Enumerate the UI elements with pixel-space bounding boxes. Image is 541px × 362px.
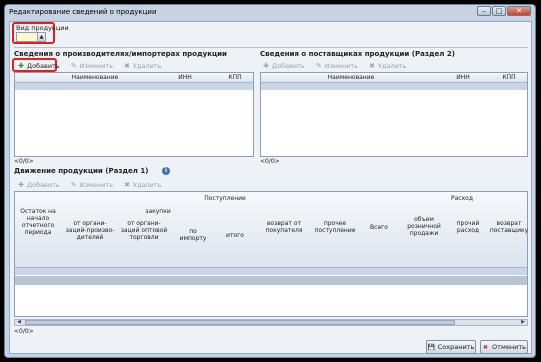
plus-icon: ✚ bbox=[263, 62, 269, 70]
window-controls: – □ ✕ bbox=[477, 6, 531, 16]
producers-grid[interactable]: Наименование ИНН КПП bbox=[14, 72, 254, 157]
cancel-button[interactable]: ✖ Отменить bbox=[480, 340, 528, 354]
scroll-thumb[interactable] bbox=[25, 320, 455, 325]
movement-edit-button[interactable]: ✎ Изменить bbox=[68, 180, 115, 191]
edit-label: Изменить bbox=[324, 62, 359, 70]
save-icon: 💾 bbox=[427, 343, 436, 351]
movement-grid-header: Поступление закупки Расход Остаток на на… bbox=[15, 192, 529, 268]
col-inn: ИНН bbox=[456, 74, 470, 81]
save-button[interactable]: 💾 Сохранить bbox=[426, 340, 476, 354]
suppliers-pager: <0/0> bbox=[260, 158, 280, 165]
plus-icon: ✚ bbox=[18, 62, 24, 70]
col-other-expense: прочий расход bbox=[456, 220, 480, 234]
edit-icon: ✎ bbox=[70, 62, 77, 70]
col-other-receipt: прочее поступление bbox=[314, 220, 356, 234]
scroll-right-icon[interactable]: ▶ bbox=[519, 320, 527, 325]
suppliers-header: Сведения о поставщиках продукции (Раздел… bbox=[260, 50, 455, 58]
suppliers-delete-button[interactable]: ✖ Удалить bbox=[366, 61, 408, 72]
delete-icon: ✖ bbox=[124, 62, 130, 70]
movement-header: Движение продукции (Раздел 1) bbox=[14, 167, 149, 175]
chevron-down-icon[interactable]: ▲ bbox=[37, 33, 45, 41]
horizontal-scrollbar[interactable]: ◀ ▶ bbox=[14, 319, 528, 326]
col-import: по импорту bbox=[179, 228, 207, 242]
delete-icon: ✖ bbox=[124, 181, 130, 189]
add-label: Добавить bbox=[27, 181, 60, 189]
dialog-body: Вид продукции ▲ Сведения о производителя… bbox=[9, 21, 532, 354]
col-opening-balance: Остаток на начало отчетного периода bbox=[20, 208, 56, 236]
minimize-icon[interactable]: – bbox=[477, 6, 491, 16]
producers-grid-header: Наименование ИНН КПП bbox=[15, 73, 253, 83]
col-supplier-return: возврат поставщику bbox=[489, 220, 529, 234]
movement-pager: <0/0> bbox=[14, 328, 34, 335]
product-type-label: Вид продукции bbox=[16, 24, 69, 32]
group-purchases: закупки bbox=[145, 208, 171, 215]
col-total: Всего bbox=[370, 224, 388, 231]
plus-icon: ✚ bbox=[18, 181, 24, 189]
col-name: Наименование bbox=[327, 74, 375, 81]
movement-add-button[interactable]: ✚ Добавить bbox=[15, 180, 62, 191]
add-label: Добавить bbox=[27, 62, 60, 70]
producers-header: Сведения о производителях/импортерах про… bbox=[14, 50, 227, 58]
suppliers-add-button[interactable]: ✚ Добавить bbox=[260, 61, 307, 72]
col-from-producers: от органи-заций-произво-дителей bbox=[65, 220, 115, 241]
maximize-icon[interactable]: □ bbox=[492, 6, 506, 16]
suppliers-grid-header: Наименование ИНН КПП bbox=[261, 73, 527, 83]
producers-delete-button[interactable]: ✖ Удалить bbox=[121, 61, 163, 72]
suppliers-toolbar: ✚ Добавить ✎ Изменить ✖ Удалить bbox=[260, 60, 408, 72]
col-kpp: КПП bbox=[502, 74, 516, 81]
movement-summary-row bbox=[15, 276, 527, 285]
close-icon[interactable]: ✕ bbox=[507, 6, 531, 16]
col-total-purchases: итого bbox=[226, 232, 244, 239]
group-receipt: Поступление bbox=[204, 195, 246, 202]
movement-grid[interactable]: Поступление закупки Расход Остаток на на… bbox=[14, 191, 528, 317]
edit-label: Изменить bbox=[79, 62, 114, 70]
divider bbox=[14, 47, 528, 48]
edit-label: Изменить bbox=[79, 181, 114, 189]
suppliers-edit-button[interactable]: ✎ Изменить bbox=[313, 61, 360, 72]
group-expense: Расход bbox=[451, 195, 473, 202]
delete-icon: ✖ bbox=[369, 62, 375, 70]
scroll-left-icon[interactable]: ◀ bbox=[15, 320, 23, 325]
edit-icon: ✎ bbox=[315, 62, 322, 70]
col-name: Наименование bbox=[71, 74, 119, 81]
screenshot-frame: Редактирование сведений о продукции – □ … bbox=[0, 0, 541, 362]
edit-icon: ✎ bbox=[70, 181, 77, 189]
product-type-combo[interactable]: ▲ bbox=[16, 32, 46, 42]
producers-toolbar: ✚ Добавить ✎ Изменить ✖ Удалить bbox=[15, 60, 163, 72]
suppliers-selected-row[interactable] bbox=[261, 83, 527, 90]
producers-selected-row[interactable] bbox=[15, 83, 253, 90]
dialog-window: Редактирование сведений о продукции – □ … bbox=[4, 4, 536, 358]
title-bar: Редактирование сведений о продукции – □ … bbox=[5, 5, 535, 21]
delete-label: Удалить bbox=[133, 62, 162, 70]
col-kpp: КПП bbox=[228, 74, 242, 81]
add-label: Добавить bbox=[272, 62, 305, 70]
producers-add-button[interactable]: ✚ Добавить bbox=[15, 61, 62, 72]
movement-selected-row[interactable] bbox=[15, 268, 527, 275]
col-inn: ИНН bbox=[178, 74, 192, 81]
suppliers-grid[interactable]: Наименование ИНН КПП bbox=[260, 72, 528, 157]
movement-toolbar: ✚ Добавить ✎ Изменить ✖ Удалить bbox=[15, 179, 163, 191]
delete-label: Удалить bbox=[378, 62, 407, 70]
window-title: Редактирование сведений о продукции bbox=[9, 8, 157, 16]
cancel-icon: ✖ bbox=[483, 343, 489, 351]
info-icon[interactable]: i bbox=[162, 167, 170, 175]
movement-delete-button[interactable]: ✖ Удалить bbox=[121, 180, 163, 191]
col-retail-volume: объем розничной продажи bbox=[407, 216, 441, 237]
save-label: Сохранить bbox=[437, 343, 475, 351]
col-buyer-return: возврат от покупателя bbox=[265, 220, 303, 234]
producers-pager: <0/0> bbox=[14, 158, 34, 165]
producers-edit-button[interactable]: ✎ Изменить bbox=[68, 61, 115, 72]
delete-label: Удалить bbox=[133, 181, 162, 189]
cancel-label: Отменить bbox=[492, 343, 526, 351]
col-from-wholesale: от органи-заций оптовой торговли bbox=[120, 220, 168, 241]
